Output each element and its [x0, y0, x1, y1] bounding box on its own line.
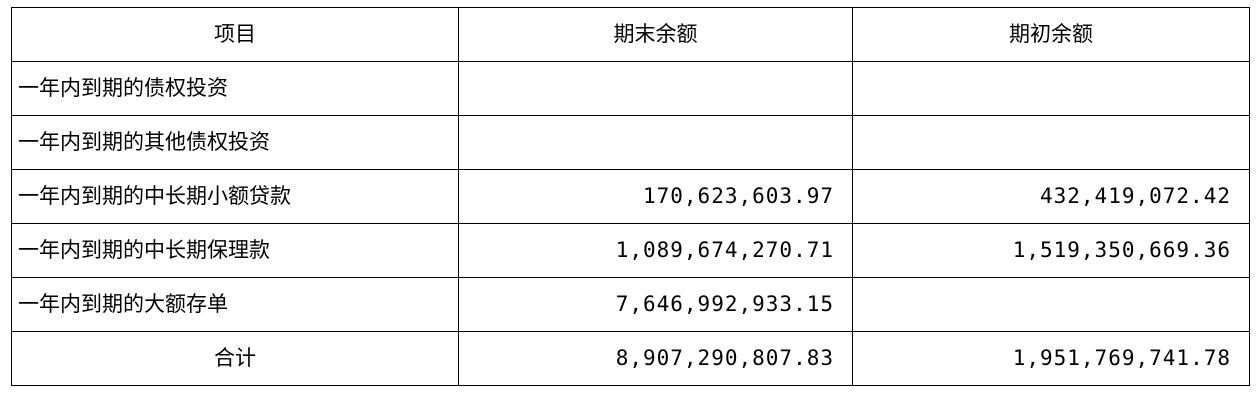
row-item-label: 一年内到期的债权投资: [11, 61, 459, 116]
row-begin-balance: 1,519,350,669.36: [852, 223, 1250, 278]
table-row: 一年内到期的债权投资: [11, 61, 1250, 116]
row-begin-balance: 432,419,072.42: [852, 169, 1250, 224]
table-row: 一年内到期的其他债权投资: [11, 115, 1250, 170]
table-row: 一年内到期的中长期小额贷款 170,623,603.97 432,419,072…: [11, 169, 1250, 224]
row-item-label: 一年内到期的其他债权投资: [11, 115, 459, 170]
row-end-balance: [458, 115, 853, 170]
row-end-balance: 7,646,992,933.15: [458, 277, 853, 332]
header-begin-balance: 期初余额: [852, 7, 1250, 62]
row-end-balance: 170,623,603.97: [458, 169, 853, 224]
row-end-balance: [458, 61, 853, 116]
balance-table: 项目 期末余额 期初余额 一年内到期的债权投资 一年内到期的其他债权投资 一年内…: [11, 7, 1250, 386]
table-row: 一年内到期的中长期保理款 1,089,674,270.71 1,519,350,…: [11, 223, 1250, 278]
header-item: 项目: [11, 7, 459, 62]
total-label: 合计: [11, 331, 459, 386]
row-item-label: 一年内到期的中长期小额贷款: [11, 169, 459, 224]
table-row: 一年内到期的大额存单 7,646,992,933.15: [11, 277, 1250, 332]
table-header-row: 项目 期末余额 期初余额: [11, 7, 1250, 62]
total-row: 合计 8,907,290,807.83 1,951,769,741.78: [11, 331, 1250, 386]
row-begin-balance: [852, 115, 1250, 170]
row-item-label: 一年内到期的中长期保理款: [11, 223, 459, 278]
row-begin-balance: [852, 61, 1250, 116]
row-item-label: 一年内到期的大额存单: [11, 277, 459, 332]
balance-table-container: 项目 期末余额 期初余额 一年内到期的债权投资 一年内到期的其他债权投资 一年内…: [11, 7, 1250, 386]
row-begin-balance: [852, 277, 1250, 332]
total-end-balance: 8,907,290,807.83: [458, 331, 853, 386]
row-end-balance: 1,089,674,270.71: [458, 223, 853, 278]
total-begin-balance: 1,951,769,741.78: [852, 331, 1250, 386]
header-end-balance: 期末余额: [458, 7, 853, 62]
